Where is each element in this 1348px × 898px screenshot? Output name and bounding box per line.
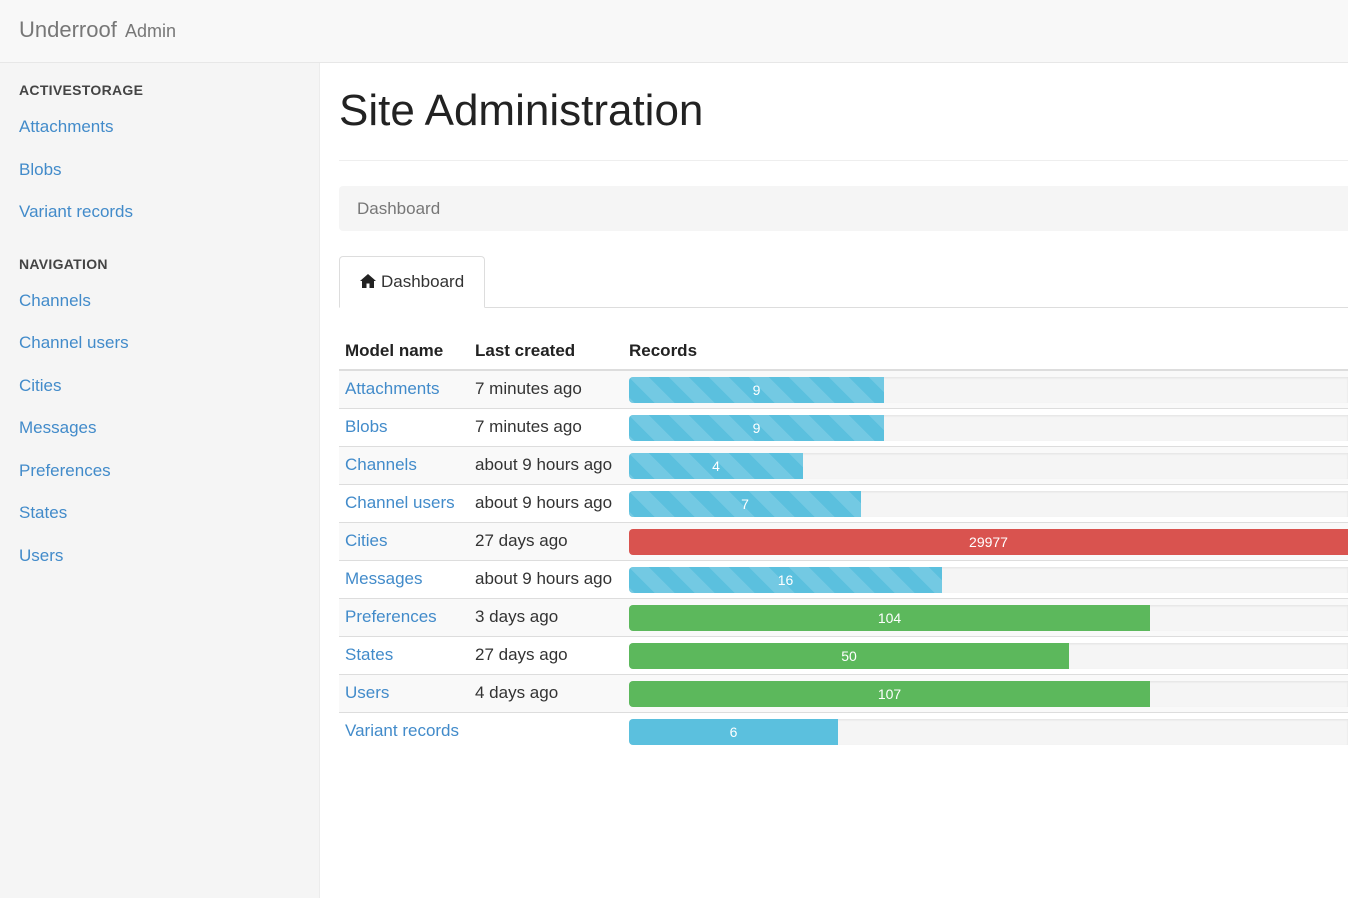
column-header-last-created: Last created [475, 341, 576, 360]
model-link[interactable]: Attachments [345, 379, 440, 399]
brand-link[interactable]: Underroof Admin [19, 17, 176, 43]
sidebar-item-blobs[interactable]: Blobs [19, 160, 62, 180]
sidebar-item-channel-users[interactable]: Channel users [19, 333, 129, 353]
sidebar-item-users[interactable]: Users [19, 546, 63, 566]
records-bar: 6 [629, 719, 838, 745]
model-link[interactable]: Users [345, 683, 389, 703]
model-link[interactable]: Variant records [345, 721, 459, 741]
last-created-cell: 7 minutes ago [475, 417, 582, 436]
records-progress: 4 [629, 453, 1348, 479]
last-created-cell: 3 days ago [475, 607, 559, 626]
model-link[interactable]: Channels [345, 455, 417, 475]
table-row: Attachments 7 minutes ago 9 [339, 371, 1348, 409]
last-created-cell: 7 minutes ago [475, 379, 582, 398]
sidebar-item-attachments[interactable]: Attachments [19, 117, 114, 137]
table-row: Channels about 9 hours ago 4 [339, 447, 1348, 485]
sidebar-item-cities[interactable]: Cities [19, 376, 62, 396]
table-row: Preferences 3 days ago 104 [339, 599, 1348, 637]
records-bar: 104 [629, 605, 1150, 631]
last-created-cell: 4 days ago [475, 683, 559, 702]
records-bar: 9 [629, 415, 884, 441]
title-divider [339, 160, 1348, 161]
records-bar: 107 [629, 681, 1150, 707]
table-row: Variant records 6 [339, 713, 1348, 751]
table-row: Users 4 days ago 107 [339, 675, 1348, 713]
sidebar-header-activestorage: ACTIVESTORAGE [19, 82, 144, 98]
sidebar-item-preferences[interactable]: Preferences [19, 461, 111, 481]
main-content: Site Administration Dashboard Dashboard … [339, 63, 1348, 898]
last-created-cell: about 9 hours ago [475, 493, 613, 512]
sidebar-item-variant-records[interactable]: Variant records [19, 202, 133, 222]
records-progress: 6 [629, 719, 1348, 745]
records-progress: 9 [629, 377, 1348, 403]
brand-name: Underroof [19, 17, 117, 42]
last-created-cell: about 9 hours ago [475, 455, 613, 474]
model-link[interactable]: States [345, 645, 393, 665]
brand-subtitle: Admin [124, 21, 176, 41]
breadcrumb-item-dashboard: Dashboard [357, 199, 441, 218]
sidebar-item-messages[interactable]: Messages [19, 418, 96, 438]
model-link[interactable]: Blobs [345, 417, 388, 437]
last-created-cell: about 9 hours ago [475, 569, 613, 588]
records-progress: 16 [629, 567, 1348, 593]
sidebar-item-states[interactable]: States [19, 503, 67, 523]
records-bar: 50 [629, 643, 1069, 669]
top-navbar: Underroof Admin [0, 0, 1348, 63]
model-link[interactable]: Channel users [345, 493, 455, 513]
model-link[interactable]: Messages [345, 569, 422, 589]
last-created-cell: 27 days ago [475, 531, 568, 550]
table-row: States 27 days ago 50 [339, 637, 1348, 675]
table-row: Blobs 7 minutes ago 9 [339, 409, 1348, 447]
table-row: Cities 27 days ago 29977 [339, 523, 1348, 561]
breadcrumb: Dashboard [339, 186, 1348, 231]
tab-bar: Dashboard [339, 256, 1348, 308]
sidebar-item-channels[interactable]: Channels [19, 291, 91, 311]
records-progress: 9 [629, 415, 1348, 441]
table-row: Channel users about 9 hours ago 7 [339, 485, 1348, 523]
tab-dashboard[interactable]: Dashboard [339, 256, 485, 308]
sidebar-header-navigation: NAVIGATION [19, 256, 108, 272]
column-header-records: Records [629, 341, 698, 360]
tab-label: Dashboard [381, 272, 465, 291]
page-title: Site Administration [339, 86, 704, 135]
model-link[interactable]: Preferences [345, 607, 437, 627]
records-progress: 50 [629, 643, 1348, 669]
table-row: Messages about 9 hours ago 16 [339, 561, 1348, 599]
records-bar: 16 [629, 567, 942, 593]
records-progress: 104 [629, 605, 1348, 631]
last-created-cell: 27 days ago [475, 645, 568, 664]
records-progress: 29977 [629, 529, 1348, 555]
model-link[interactable]: Cities [345, 531, 388, 551]
records-bar: 9 [629, 377, 884, 403]
records-progress: 107 [629, 681, 1348, 707]
column-header-model-name: Model name [345, 341, 444, 360]
records-bar: 7 [629, 491, 861, 517]
records-progress: 7 [629, 491, 1348, 517]
records-bar: 29977 [629, 529, 1348, 555]
records-bar: 4 [629, 453, 803, 479]
sidebar: ACTIVESTORAGE Attachments Blobs Variant … [0, 63, 320, 898]
home-icon [360, 274, 376, 288]
